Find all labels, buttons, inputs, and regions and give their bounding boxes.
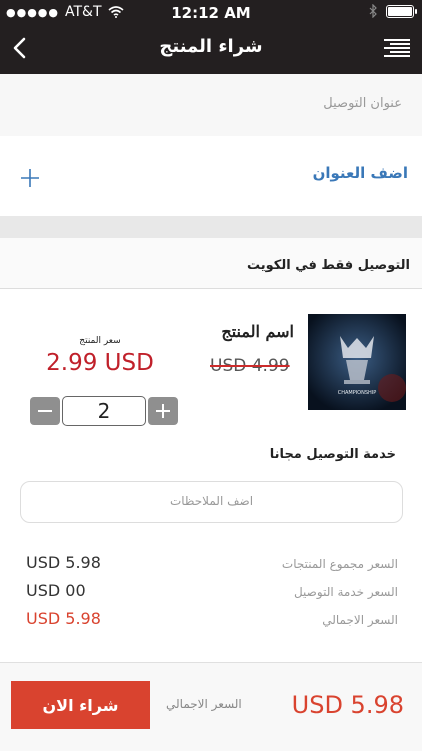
status-bar: ●●●●● AT&T 12:12 AM <box>0 0 422 24</box>
bluetooth-icon <box>369 4 377 18</box>
add-address-row[interactable]: اضف العنوان <box>0 136 422 216</box>
product-price: 2.99 USD <box>46 350 154 376</box>
price-label: سعر المنتج <box>79 336 121 346</box>
add-address-label[interactable]: اضف العنوان <box>313 164 408 182</box>
notes-placeholder: اضف الملاحظات <box>169 494 254 508</box>
summary-amount: USD 5.98 <box>26 553 101 572</box>
checkout-footer: شراء الان السعر الاجمالي USD 5.98 <box>0 662 422 751</box>
delivery-note: التوصيل فقط في الكويت <box>247 258 410 273</box>
summary-label: السعر خدمة التوصيل <box>293 585 398 599</box>
status-right <box>369 4 417 18</box>
page-title: شراء المنتج <box>159 36 263 57</box>
total-amount: USD 5.98 <box>291 691 404 719</box>
summary-row-total: السعر الاجمالي USD 5.98 <box>0 609 422 631</box>
delivery-note-bar: التوصيل فقط في الكويت <box>0 238 422 289</box>
clock: 12:12 AM <box>171 4 251 22</box>
nav-bar: شراء المنتج <box>0 24 422 74</box>
image-caption: CHAMPIONSHIP <box>338 390 377 396</box>
free-delivery-label: خدمة التوصيل مجانا <box>269 447 396 462</box>
original-price: USD 4.99 <box>210 356 290 376</box>
minus-icon <box>38 410 52 412</box>
quantity-input[interactable]: 2 <box>62 396 146 426</box>
summary-row-products: السعر مجموع المنتجات USD 5.98 <box>0 553 422 575</box>
address-label: عنوان التوصيل <box>323 96 402 111</box>
trophy-logo-icon: CHAMPIONSHIP <box>308 314 406 410</box>
product-name: اسم المنتج <box>221 322 294 341</box>
battery-icon <box>386 4 417 18</box>
summary-amount: USD 00 <box>26 581 86 600</box>
buy-now-button[interactable]: شراء الان <box>11 681 150 729</box>
summary-amount: USD 5.98 <box>26 609 101 628</box>
quantity-stepper: 2 <box>30 396 178 426</box>
summary-label: السعر الاجمالي <box>322 613 398 627</box>
decrease-button[interactable] <box>30 397 60 425</box>
address-section: عنوان التوصيل <box>0 74 422 137</box>
section-divider <box>0 216 422 238</box>
total-label: السعر الاجمالي <box>166 697 242 711</box>
increase-button[interactable] <box>148 397 178 425</box>
summary-label: السعر مجموع المنتجات <box>281 557 398 571</box>
summary-row-delivery: السعر خدمة التوصيل USD 00 <box>0 581 422 603</box>
notes-field[interactable]: اضف الملاحظات <box>20 481 403 523</box>
plus-small-icon <box>156 404 170 418</box>
menu-icon[interactable] <box>382 34 412 62</box>
product-image: CHAMPIONSHIP <box>308 314 406 410</box>
plus-icon[interactable] <box>18 166 42 190</box>
